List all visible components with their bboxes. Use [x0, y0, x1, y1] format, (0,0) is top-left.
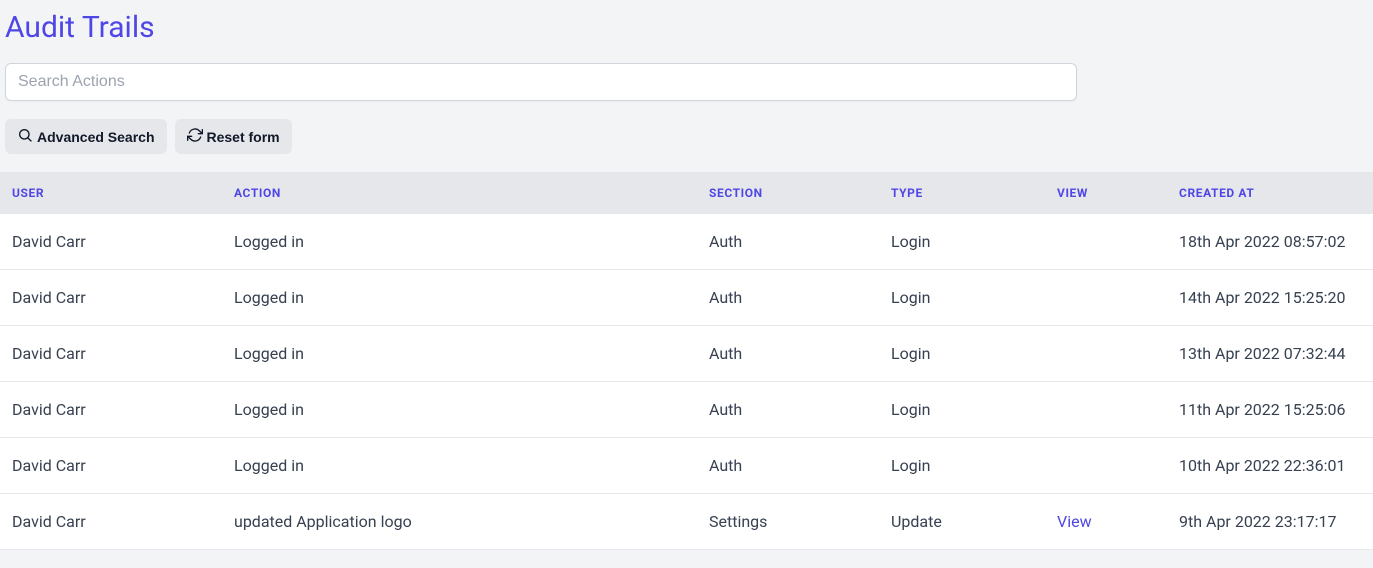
table-row: David Carrupdated Application logoSettin… — [0, 494, 1373, 550]
cell-type: Login — [879, 270, 1045, 326]
page-title: Audit Trails — [0, 0, 1373, 63]
cell-section: Auth — [697, 438, 879, 494]
header-action[interactable]: Action — [222, 172, 697, 214]
table-header-row: User Action Section Type View Created At — [0, 172, 1373, 214]
cell-section: Auth — [697, 326, 879, 382]
cell-view — [1045, 326, 1167, 382]
cell-section: Settings — [697, 494, 879, 550]
cell-created-at: 18th Apr 2022 08:57:02 — [1167, 214, 1373, 270]
cell-type: Login — [879, 326, 1045, 382]
header-view[interactable]: View — [1045, 172, 1167, 214]
cell-view — [1045, 270, 1167, 326]
header-created-at[interactable]: Created At — [1167, 172, 1373, 214]
cell-created-at: 11th Apr 2022 15:25:06 — [1167, 382, 1373, 438]
cell-action: updated Application logo — [222, 494, 697, 550]
table-row: David CarrLogged inAuthLogin 18th Apr 202… — [0, 214, 1373, 270]
view-link[interactable]: View — [1057, 512, 1092, 531]
cell-action: Logged in — [222, 382, 697, 438]
cell-created-at: 9th Apr 2022 23:17:17 — [1167, 494, 1373, 550]
cell-user: David Carr — [0, 494, 222, 550]
advanced-search-label: Advanced Search — [37, 129, 155, 145]
cell-action: Logged in — [222, 270, 697, 326]
reset-form-label: Reset form — [207, 129, 280, 145]
cell-user: David Carr — [0, 214, 222, 270]
cell-section: Auth — [697, 270, 879, 326]
cell-action: Logged in — [222, 326, 697, 382]
cell-action: Logged in — [222, 214, 697, 270]
audit-table: User Action Section Type View Created At… — [0, 172, 1373, 550]
table-row: David CarrLogged inAuthLogin 11th Apr 202… — [0, 382, 1373, 438]
refresh-icon — [187, 127, 203, 146]
cell-type: Login — [879, 214, 1045, 270]
cell-view — [1045, 382, 1167, 438]
cell-created-at: 13th Apr 2022 07:32:44 — [1167, 326, 1373, 382]
cell-created-at: 14th Apr 2022 15:25:20 — [1167, 270, 1373, 326]
cell-type: Login — [879, 438, 1045, 494]
search-icon — [17, 127, 33, 146]
reset-form-button[interactable]: Reset form — [175, 119, 292, 154]
advanced-search-button[interactable]: Advanced Search — [5, 119, 167, 154]
cell-view — [1045, 214, 1167, 270]
cell-action: Logged in — [222, 438, 697, 494]
cell-section: Auth — [697, 382, 879, 438]
cell-user: David Carr — [0, 382, 222, 438]
header-section[interactable]: Section — [697, 172, 879, 214]
search-input[interactable] — [5, 63, 1077, 101]
header-type[interactable]: Type — [879, 172, 1045, 214]
table-row: David CarrLogged inAuthLogin 10th Apr 202… — [0, 438, 1373, 494]
table-row: David CarrLogged inAuthLogin 13th Apr 202… — [0, 326, 1373, 382]
table-row: David CarrLogged inAuthLogin 14th Apr 202… — [0, 270, 1373, 326]
audit-table-container: User Action Section Type View Created At… — [0, 172, 1373, 550]
cell-view — [1045, 438, 1167, 494]
cell-view: View — [1045, 494, 1167, 550]
cell-user: David Carr — [0, 270, 222, 326]
cell-section: Auth — [697, 214, 879, 270]
cell-type: Login — [879, 382, 1045, 438]
cell-user: David Carr — [0, 438, 222, 494]
cell-created-at: 10th Apr 2022 22:36:01 — [1167, 438, 1373, 494]
button-row: Advanced Search Reset form — [0, 119, 1373, 172]
search-container — [0, 63, 1373, 119]
header-user[interactable]: User — [0, 172, 222, 214]
cell-user: David Carr — [0, 326, 222, 382]
cell-type: Update — [879, 494, 1045, 550]
